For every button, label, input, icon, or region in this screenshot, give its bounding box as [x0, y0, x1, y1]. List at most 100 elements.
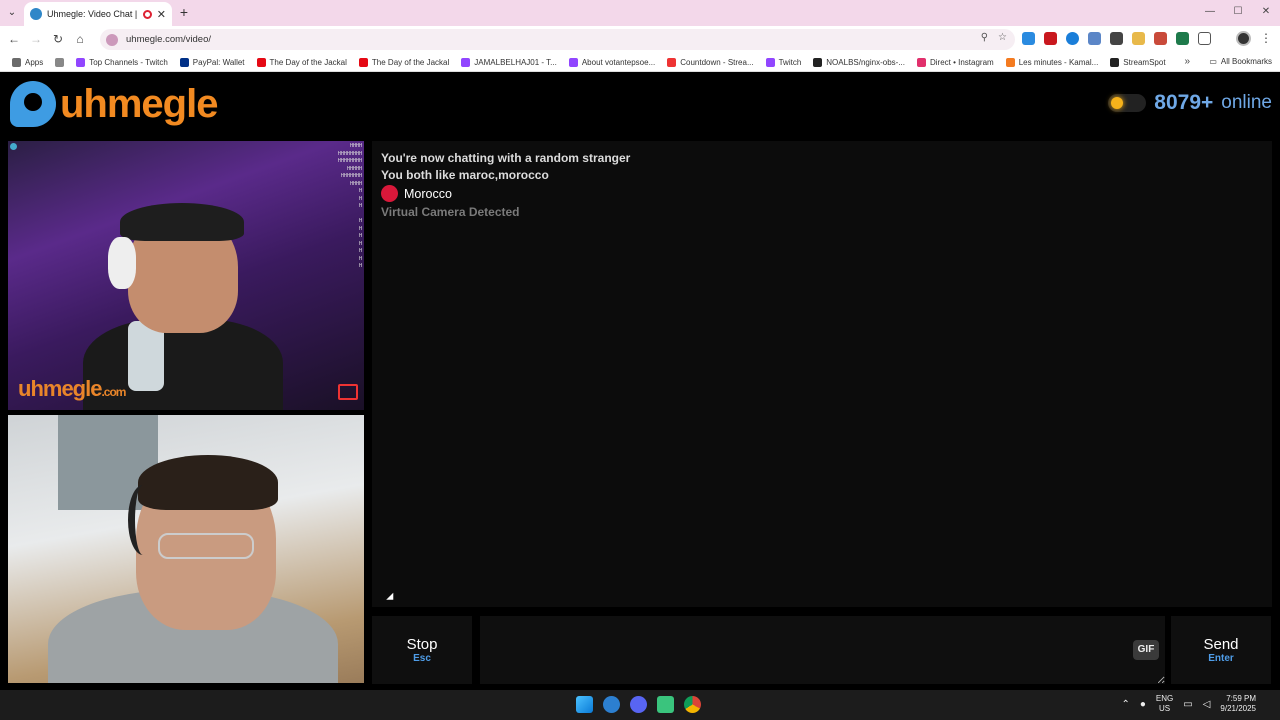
extension-icon[interactable]	[1044, 32, 1057, 45]
all-bookmarks-button[interactable]: ▭ All Bookmarks	[1209, 57, 1272, 66]
uhmegle-logo-icon	[10, 81, 56, 127]
movie-icon	[358, 57, 368, 67]
site-info-icon[interactable]	[106, 33, 118, 46]
paypal-icon	[179, 57, 189, 67]
chat-status-message: You're now chatting with a random strang…	[381, 151, 631, 165]
bookmark-item[interactable]: NOALBS/nginx-obs-...	[813, 57, 905, 67]
glasses-shape	[158, 533, 254, 559]
streaming-app-icon[interactable]	[657, 696, 674, 713]
new-tab-button[interactable]: +	[176, 4, 192, 20]
twitch-icon	[461, 57, 471, 67]
github-icon	[813, 57, 823, 67]
bookmark-item[interactable]: PayPal: Wallet	[179, 57, 245, 67]
extension-icon[interactable]	[1110, 32, 1123, 45]
extension-icon[interactable]	[1066, 32, 1079, 45]
chat-log: You're now chatting with a random strang…	[372, 141, 1272, 607]
report-flag-icon[interactable]	[338, 384, 358, 400]
stop-button[interactable]: Stop Esc	[372, 616, 472, 684]
stranger-video: HHHH HHHHHHHH HHHHHHHH HHHHH HHHHHHH HHHH H H H H…	[8, 141, 364, 410]
bookmark-item[interactable]: Twitch	[765, 57, 801, 67]
bookmark-item[interactable]: Apps	[12, 57, 43, 67]
online-label: online	[1221, 92, 1272, 113]
stop-label: Stop	[406, 636, 438, 653]
discord-icon[interactable]	[630, 696, 647, 713]
online-indicator: 8079+ online	[1108, 91, 1272, 115]
extensions-puzzle-icon[interactable]	[1198, 32, 1211, 45]
tab-search-icon[interactable]: ⌄	[4, 5, 20, 21]
globe-icon	[1110, 57, 1120, 67]
back-arrow-icon[interactable]: ←	[6, 31, 22, 47]
theme-toggle[interactable]	[1108, 94, 1147, 112]
bookmark-item[interactable]: The Day of the Jackal	[358, 57, 449, 67]
uhmegle-favicon-icon	[30, 8, 42, 20]
chevron-up-icon[interactable]: ⌃	[1121, 699, 1129, 710]
close-window-button[interactable]: ✕	[1252, 0, 1280, 26]
bookmark-item[interactable]: The Day of the Jackal	[256, 57, 347, 67]
stranger-country: Morocco	[381, 185, 452, 202]
edge-icon[interactable]	[603, 696, 620, 713]
send-button[interactable]: Send Enter	[1171, 616, 1271, 684]
language-indicator[interactable]: ENG US	[1156, 694, 1173, 714]
stream-chat-overlay: HHHH HHHHHHHH HHHHHHHH HHHHH HHHHHHH HHHH H H H H…	[337, 143, 362, 269]
common-interests-message: You both like maroc,morocco	[381, 168, 549, 182]
windows-start-icon[interactable]	[576, 696, 593, 713]
bookmark-item[interactable]: Countdown - Strea...	[667, 57, 754, 67]
headset-shape	[108, 237, 136, 289]
logo-text: uhmegle	[60, 81, 218, 126]
tab-close-icon[interactable]: ✕	[157, 8, 166, 21]
browser-tab[interactable]: Uhmegle: Video Chat | Om ✕	[24, 2, 172, 26]
clock[interactable]: 7:59 PM 9/21/2025	[1220, 694, 1256, 714]
reload-icon[interactable]: ↻	[50, 31, 66, 47]
extension-icon[interactable]	[1176, 32, 1189, 45]
extensions-row	[1022, 32, 1211, 45]
maximize-button[interactable]: ☐	[1224, 0, 1252, 26]
profile-avatar[interactable]	[1236, 31, 1251, 46]
bookmark-item[interactable]: Direct • Instagram	[916, 57, 994, 67]
forward-arrow-icon[interactable]: →	[28, 31, 44, 47]
address-bar[interactable]: uhmegle.com/video/ ⚲ ☆	[100, 29, 1015, 50]
stop-hotkey: Esc	[413, 653, 431, 664]
recording-indicator-icon	[142, 9, 152, 19]
window-controls: — ☐ ✕	[1196, 0, 1280, 26]
screen: ⌄ Uhmegle: Video Chat | Om ✕ + — ☐ ✕ ← →…	[0, 0, 1280, 720]
online-count: 8079+	[1154, 91, 1214, 114]
bookmark-item[interactable]: Les minutes - Kamal...	[1005, 57, 1098, 67]
taskbar-apps	[576, 696, 701, 713]
extension-icon[interactable]	[1088, 32, 1101, 45]
home-icon[interactable]: ⌂	[72, 31, 88, 47]
uhmegle-watermark: uhmegle.com	[18, 376, 126, 401]
browser-menu-icon[interactable]: ⋮	[1260, 31, 1272, 45]
zoom-icon[interactable]: ⚲	[981, 32, 988, 43]
extension-icon[interactable]	[1022, 32, 1035, 45]
minimize-button[interactable]: —	[1196, 0, 1224, 26]
tab-strip: ⌄ Uhmegle: Video Chat | Om ✕ + — ☐ ✕	[0, 0, 1280, 26]
page: uhmegle 8079+ online HHHH HHHHHHHH HHHHHHH…	[0, 73, 1280, 690]
twitch-icon	[76, 57, 86, 67]
message-input[interactable]	[480, 616, 1165, 684]
folder-icon: ▭	[1209, 57, 1217, 66]
send-hotkey: Enter	[1208, 653, 1234, 664]
bookmark-item[interactable]	[55, 57, 65, 67]
bookmark-item[interactable]: StreamSpot	[1110, 57, 1166, 67]
bookmark-item[interactable]: JAMALBELHAJ01 - T...	[461, 57, 557, 67]
chrome-icon[interactable]	[684, 696, 701, 713]
twitch-icon	[568, 57, 578, 67]
bookmark-item[interactable]: About votantepsoe...	[568, 57, 655, 67]
bookmark-item[interactable]: Top Channels - Twitch	[76, 57, 168, 67]
extension-icon[interactable]	[1132, 32, 1145, 45]
system-tray: ⌃ ● ENG US ▭ ◁ 7:59 PM 9/21/2025	[1121, 694, 1256, 714]
microphone-icon[interactable]: ●	[1140, 699, 1146, 710]
gif-button[interactable]: GIF	[1133, 640, 1159, 660]
stranger-cap	[120, 203, 244, 241]
tab-title: Uhmegle: Video Chat | Om	[47, 9, 138, 19]
url-text: uhmegle.com/video/	[126, 34, 212, 45]
volume-icon[interactable]: ◁	[1203, 699, 1211, 710]
extension-icon[interactable]	[1154, 32, 1167, 45]
blogger-icon	[1005, 57, 1015, 67]
bookmarks-overflow-icon[interactable]: »	[1184, 56, 1190, 67]
site-logo[interactable]: uhmegle	[10, 81, 218, 127]
video-status-icon	[10, 143, 17, 150]
network-icon[interactable]: ▭	[1183, 699, 1192, 710]
bookmark-star-icon[interactable]: ☆	[998, 32, 1007, 43]
windows-taskbar: ⌃ ● ENG US ▭ ◁ 7:59 PM 9/21/2025	[0, 690, 1280, 720]
